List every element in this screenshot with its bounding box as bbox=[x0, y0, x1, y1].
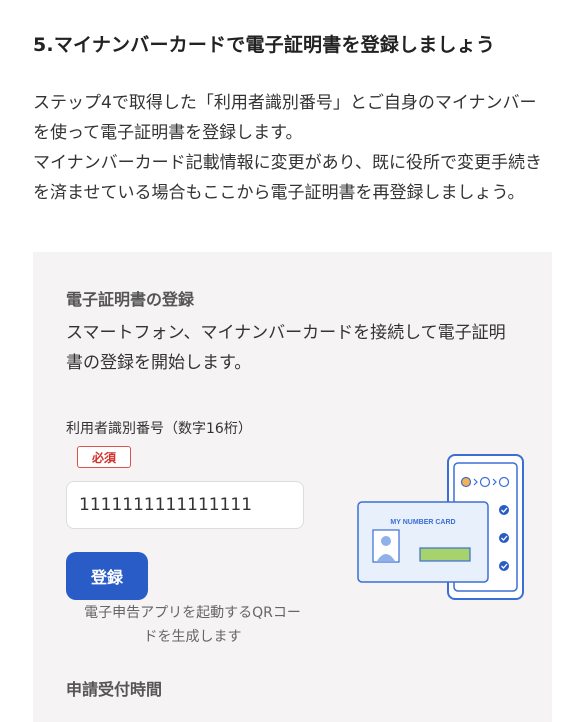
application-hours-heading: 申請受付時間 bbox=[66, 680, 163, 699]
check-icon bbox=[499, 561, 509, 571]
certificate-registration-panel: 電子証明書の登録 スマートフォン、マイナンバーカードを接続して電子証明書の登録を… bbox=[33, 252, 552, 722]
step-title: 5.マイナンバーカードで電子証明書を登録しましょう bbox=[33, 34, 496, 56]
qr-note: 電子申告アプリを起動するQRコードを生成します bbox=[84, 605, 301, 645]
panel-description: スマートフォン、マイナンバーカードを接続して電子証明書の登録を開始します。 bbox=[66, 323, 506, 373]
user-id-label: 利用者識別番号（数字16桁） bbox=[66, 421, 252, 437]
card-chip bbox=[419, 547, 471, 562]
phone-card-illustration: MY NUMBER CARD bbox=[323, 452, 528, 608]
intro-paragraph-1: ステップ4で取得した「利用者識別番号」とご自身のマイナンバーを使って電子証明書を… bbox=[33, 93, 537, 143]
user-id-input[interactable] bbox=[66, 481, 304, 529]
check-icon bbox=[499, 505, 509, 515]
register-button[interactable]: 登録 bbox=[66, 552, 148, 600]
intro-text: ステップ4で取得した「利用者識別番号」とご自身のマイナンバーを使って電子証明書を… bbox=[33, 88, 553, 208]
intro-paragraph-2: マイナンバーカード記載情報に変更があり、既に役所で変更手続きを済ませている場合も… bbox=[33, 153, 542, 203]
panel-heading: 電子証明書の登録 bbox=[66, 290, 195, 309]
check-icon bbox=[499, 533, 509, 543]
phone-dot-orange bbox=[460, 476, 472, 488]
required-badge: 必須 bbox=[77, 446, 131, 468]
card-label: MY NUMBER CARD bbox=[390, 519, 455, 526]
